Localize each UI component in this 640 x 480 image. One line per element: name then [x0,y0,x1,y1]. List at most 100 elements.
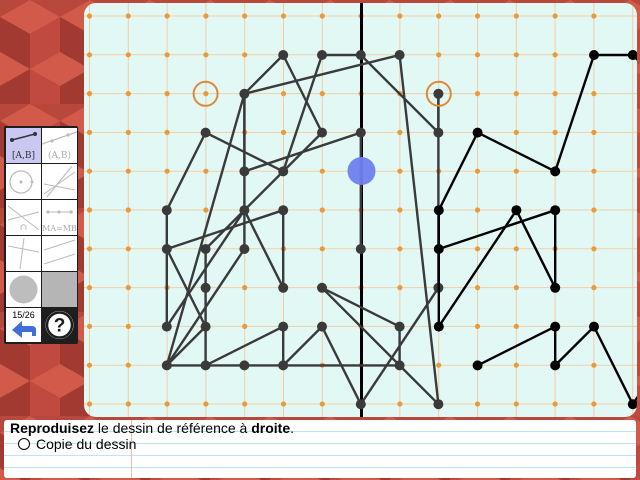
grid-dot[interactable] [474,207,481,213]
grid-dot[interactable] [591,91,597,97]
grid-dot[interactable] [591,401,597,407]
grid-dot[interactable] [397,285,403,291]
grid-dot[interactable] [125,362,131,368]
grid-dot[interactable] [203,13,209,19]
grid-dot[interactable] [86,323,93,329]
grid-dot[interactable] [86,246,93,252]
grid-dot[interactable] [86,207,93,213]
grid-dot[interactable] [125,168,131,174]
grid-dot[interactable] [513,401,519,407]
grid-dot[interactable] [86,52,93,58]
back-button[interactable]: 15/26 [6,308,41,342]
grid-dot[interactable] [319,207,325,213]
grid-dot[interactable] [125,323,131,329]
drawing-point[interactable] [550,321,561,332]
grid-dot[interactable] [164,168,170,174]
grid-dot[interactable] [319,13,325,19]
grid-dot[interactable] [397,246,403,252]
drawing-point[interactable] [589,50,599,60]
grid-dot[interactable] [280,401,287,407]
drawing-point[interactable] [627,399,637,410]
grid-dot[interactable] [203,91,209,97]
grid-dot[interactable] [474,323,481,329]
grid-canvas[interactable] [84,3,637,417]
grid-dot[interactable] [591,285,597,291]
grid-dot[interactable] [280,13,287,19]
grid-dot[interactable] [552,91,558,97]
grid-dot[interactable] [203,207,209,213]
grid-dot[interactable] [474,168,481,174]
grid-dot[interactable] [513,13,519,19]
grid-dot[interactable] [397,207,403,213]
perpendicular-tool[interactable] [6,236,41,271]
grid-dot[interactable] [319,246,325,252]
grid-dot[interactable] [164,91,170,97]
radio-icon[interactable] [18,438,30,450]
grid-dot[interactable] [474,285,481,291]
grid-dot[interactable] [125,129,131,135]
grid-dot[interactable] [474,13,481,19]
line-tool[interactable]: (A,B) [42,128,77,163]
grid-dot[interactable] [319,91,325,97]
drawing-point[interactable] [472,127,483,138]
grid-dot[interactable] [552,52,558,58]
grid-dot[interactable] [513,91,519,97]
grid-dot[interactable] [436,52,442,58]
lines-tool[interactable] [42,164,77,199]
grid-dot[interactable] [280,129,287,135]
grid-dot[interactable] [552,13,558,19]
segment-tool[interactable]: [A,B] [6,128,41,163]
grid-dot[interactable] [242,285,248,291]
drawing-point[interactable] [550,205,561,216]
grid-dot[interactable] [125,91,131,97]
grid-dot[interactable] [242,323,248,329]
grid-dot[interactable] [397,129,403,135]
grid-dot[interactable] [125,13,131,19]
drawing-point[interactable] [433,321,444,332]
point-color-tool[interactable] [6,272,41,307]
grid-dot[interactable] [591,362,597,368]
grid-dot[interactable] [86,401,93,407]
grid-dot[interactable] [86,362,93,368]
grid-dot[interactable] [86,168,93,174]
grid-dot[interactable] [591,246,597,252]
grid-dot[interactable] [125,285,131,291]
drawing-board[interactable] [84,3,637,417]
grid-dot[interactable] [125,52,131,58]
grid-dot[interactable] [164,52,170,58]
grid-dot[interactable] [164,13,170,19]
grid-dot[interactable] [242,401,248,407]
grid-dot[interactable] [86,91,93,97]
grid-dot[interactable] [591,168,597,174]
drawing-point[interactable] [550,282,561,293]
help-button[interactable]: ? [42,308,77,342]
grid-dot[interactable] [203,401,209,407]
grid-dot[interactable] [591,207,597,213]
drawing-point[interactable] [550,360,561,371]
grid-dot[interactable] [397,13,403,19]
grid-dot[interactable] [474,52,481,58]
grid-dot[interactable] [552,401,558,407]
intersection-tool[interactable]: ∩ [6,200,41,235]
circle-tool[interactable] [6,164,41,199]
grid-dot[interactable] [513,246,519,252]
grid-dot[interactable] [513,362,519,368]
drawing-point[interactable] [511,205,522,216]
grid-dot[interactable] [86,13,93,19]
grid-dot[interactable] [513,285,519,291]
grid-dot[interactable] [397,168,403,174]
grid-dot[interactable] [513,52,519,58]
grid-dot[interactable] [513,168,519,174]
grid-dot[interactable] [203,52,209,58]
grid-dot[interactable] [125,207,131,213]
grid-dot[interactable] [397,401,403,407]
fill-color-tool[interactable] [42,272,77,307]
grid-dot[interactable] [164,129,170,135]
grid-dot[interactable] [319,401,325,407]
drawing-point[interactable] [433,205,444,216]
grid-dot[interactable] [591,129,597,135]
drawing-point[interactable] [433,244,444,254]
grid-dot[interactable] [86,285,93,291]
grid-dot[interactable] [436,362,442,368]
drawing-point[interactable] [627,50,637,60]
